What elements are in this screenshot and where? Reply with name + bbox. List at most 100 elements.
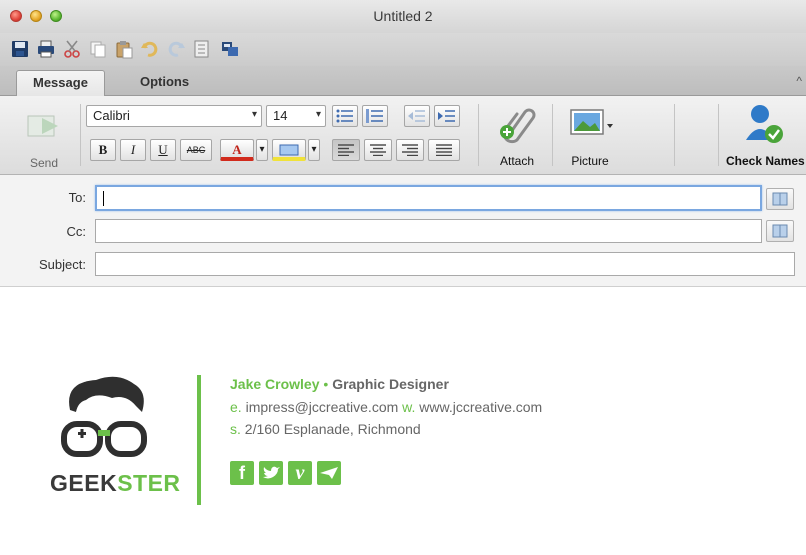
signature-title: Graphic Designer xyxy=(332,376,449,392)
subject-label: Subject: xyxy=(39,257,86,272)
highlighter-icon xyxy=(279,144,299,156)
text-cursor xyxy=(103,191,104,207)
signature-divider xyxy=(197,375,201,505)
signature-bullet: • xyxy=(323,376,329,392)
brand-wordmark-part1: GEEK xyxy=(50,470,118,496)
signature-website-link[interactable]: www.jccreative.com xyxy=(419,399,542,415)
numbered-list-icon xyxy=(366,109,383,123)
signature-name-line: Jake Crowley • Graphic Designer xyxy=(230,376,449,392)
cut-icon[interactable] xyxy=(62,39,82,59)
address-book-icon[interactable] xyxy=(192,39,212,59)
twitter-icon[interactable] xyxy=(259,461,283,485)
paste-icon[interactable] xyxy=(114,39,134,59)
cc-address-book-button[interactable] xyxy=(766,220,794,242)
justify-icon xyxy=(436,144,452,157)
strikethrough-button[interactable]: ABC xyxy=(180,139,212,161)
signature-address: 2/160 Esplanade, Richmond xyxy=(244,421,421,437)
send-button[interactable]: Send xyxy=(14,104,74,170)
paper-plane-glyph xyxy=(320,467,338,479)
font-name-value: Calibri xyxy=(93,108,130,123)
signature-address-line: s. 2/160 Esplanade, Richmond xyxy=(230,421,421,437)
window-title: Untitled 2 xyxy=(373,8,433,24)
twitter-bird-glyph xyxy=(263,466,280,479)
redo-icon[interactable] xyxy=(166,39,186,59)
numbered-list-button[interactable] xyxy=(362,105,388,127)
copy-icon[interactable] xyxy=(88,39,108,59)
ribbon-separator xyxy=(478,104,479,166)
font-color-button[interactable]: A xyxy=(220,139,254,161)
font-name-select[interactable]: Calibri ▾ xyxy=(86,105,262,127)
align-left-button[interactable] xyxy=(332,139,360,161)
undo-icon[interactable] xyxy=(140,39,160,59)
print-icon[interactable] xyxy=(36,39,56,59)
address-book-icon xyxy=(772,224,788,238)
align-right-button[interactable] xyxy=(396,139,424,161)
align-left-icon xyxy=(338,144,354,157)
facebook-icon[interactable]: f xyxy=(230,461,254,485)
align-center-icon xyxy=(370,144,386,157)
picture-button[interactable]: Picture xyxy=(560,102,620,172)
cc-field[interactable] xyxy=(95,219,762,243)
picture-label: Picture xyxy=(571,154,609,168)
bold-button[interactable]: B xyxy=(90,139,116,161)
chevron-up-icon[interactable]: ^ xyxy=(796,74,802,88)
brand-wordmark-part2: STER xyxy=(117,470,181,496)
bullet-list-button[interactable] xyxy=(332,105,358,127)
highlight-dropdown[interactable]: ▾ xyxy=(308,139,320,161)
ribbon-tab-bar: Message Options ^ xyxy=(0,66,806,96)
title-bar: Untitled 2 xyxy=(0,0,806,33)
tab-options[interactable]: Options xyxy=(124,70,205,96)
align-right-icon xyxy=(402,144,418,157)
ribbon-separator xyxy=(718,104,719,166)
font-color-letter: A xyxy=(232,142,242,157)
bullet-list-icon xyxy=(336,109,353,123)
font-color-dropdown[interactable]: ▾ xyxy=(256,139,268,161)
font-size-select[interactable]: 14 ▾ xyxy=(266,105,326,127)
increase-indent-button[interactable] xyxy=(434,105,460,127)
tab-message[interactable]: Message xyxy=(16,70,105,96)
italic-button[interactable]: I xyxy=(120,139,146,161)
signature-email-link[interactable]: impress@jccreative.com xyxy=(246,399,399,415)
send-label: Send xyxy=(29,156,59,170)
align-center-button[interactable] xyxy=(364,139,392,161)
geekster-logo-icon xyxy=(61,376,147,457)
underline-button[interactable]: U xyxy=(150,139,176,161)
quick-access-toolbar xyxy=(0,33,806,66)
attach-button[interactable]: Attach xyxy=(490,102,544,172)
check-names-label: Check Names xyxy=(726,154,805,168)
to-label: To: xyxy=(68,190,86,205)
signature-name: Jake Crowley xyxy=(230,376,320,392)
cc-label: Cc: xyxy=(66,224,87,239)
ribbon: Send Calibri ▾ 14 ▾ B I U ABC A ▾ ▾ Atta… xyxy=(0,96,806,256)
address-book-icon xyxy=(772,192,788,206)
to-field[interactable] xyxy=(95,185,762,211)
decrease-indent-button[interactable] xyxy=(404,105,430,127)
subject-field[interactable] xyxy=(95,252,795,276)
ribbon-separator xyxy=(552,104,553,166)
send-receive-icon[interactable] xyxy=(220,39,240,59)
vimeo-icon[interactable]: v xyxy=(288,461,312,485)
brand-wordmark: GEEKSTER xyxy=(50,470,181,497)
indent-icon xyxy=(438,110,455,122)
save-icon[interactable] xyxy=(10,39,30,59)
check-names-icon xyxy=(746,105,783,143)
behance-icon[interactable] xyxy=(317,461,341,485)
justify-button[interactable] xyxy=(428,139,460,161)
check-names-button[interactable]: Check Names xyxy=(722,102,806,172)
signature-contact-line: e. impress@jccreative.com w. www.jccreat… xyxy=(230,399,542,415)
chevron-down-icon: ▾ xyxy=(315,109,321,120)
ribbon-separator xyxy=(80,104,81,166)
message-header-fields: To: Cc: Subject: xyxy=(0,175,806,287)
ribbon-separator xyxy=(674,104,675,166)
highlight-button[interactable] xyxy=(272,139,306,161)
send-icon xyxy=(27,115,58,137)
chevron-down-icon: ▾ xyxy=(251,109,257,120)
font-size-value: 14 xyxy=(273,108,288,123)
address-prefix: s. xyxy=(230,421,241,437)
outdent-icon xyxy=(408,110,425,122)
to-address-book-button[interactable] xyxy=(766,188,794,210)
paperclip-icon xyxy=(500,108,536,144)
attach-label: Attach xyxy=(499,154,535,168)
email-prefix: e. xyxy=(230,399,242,415)
picture-icon xyxy=(570,109,613,135)
